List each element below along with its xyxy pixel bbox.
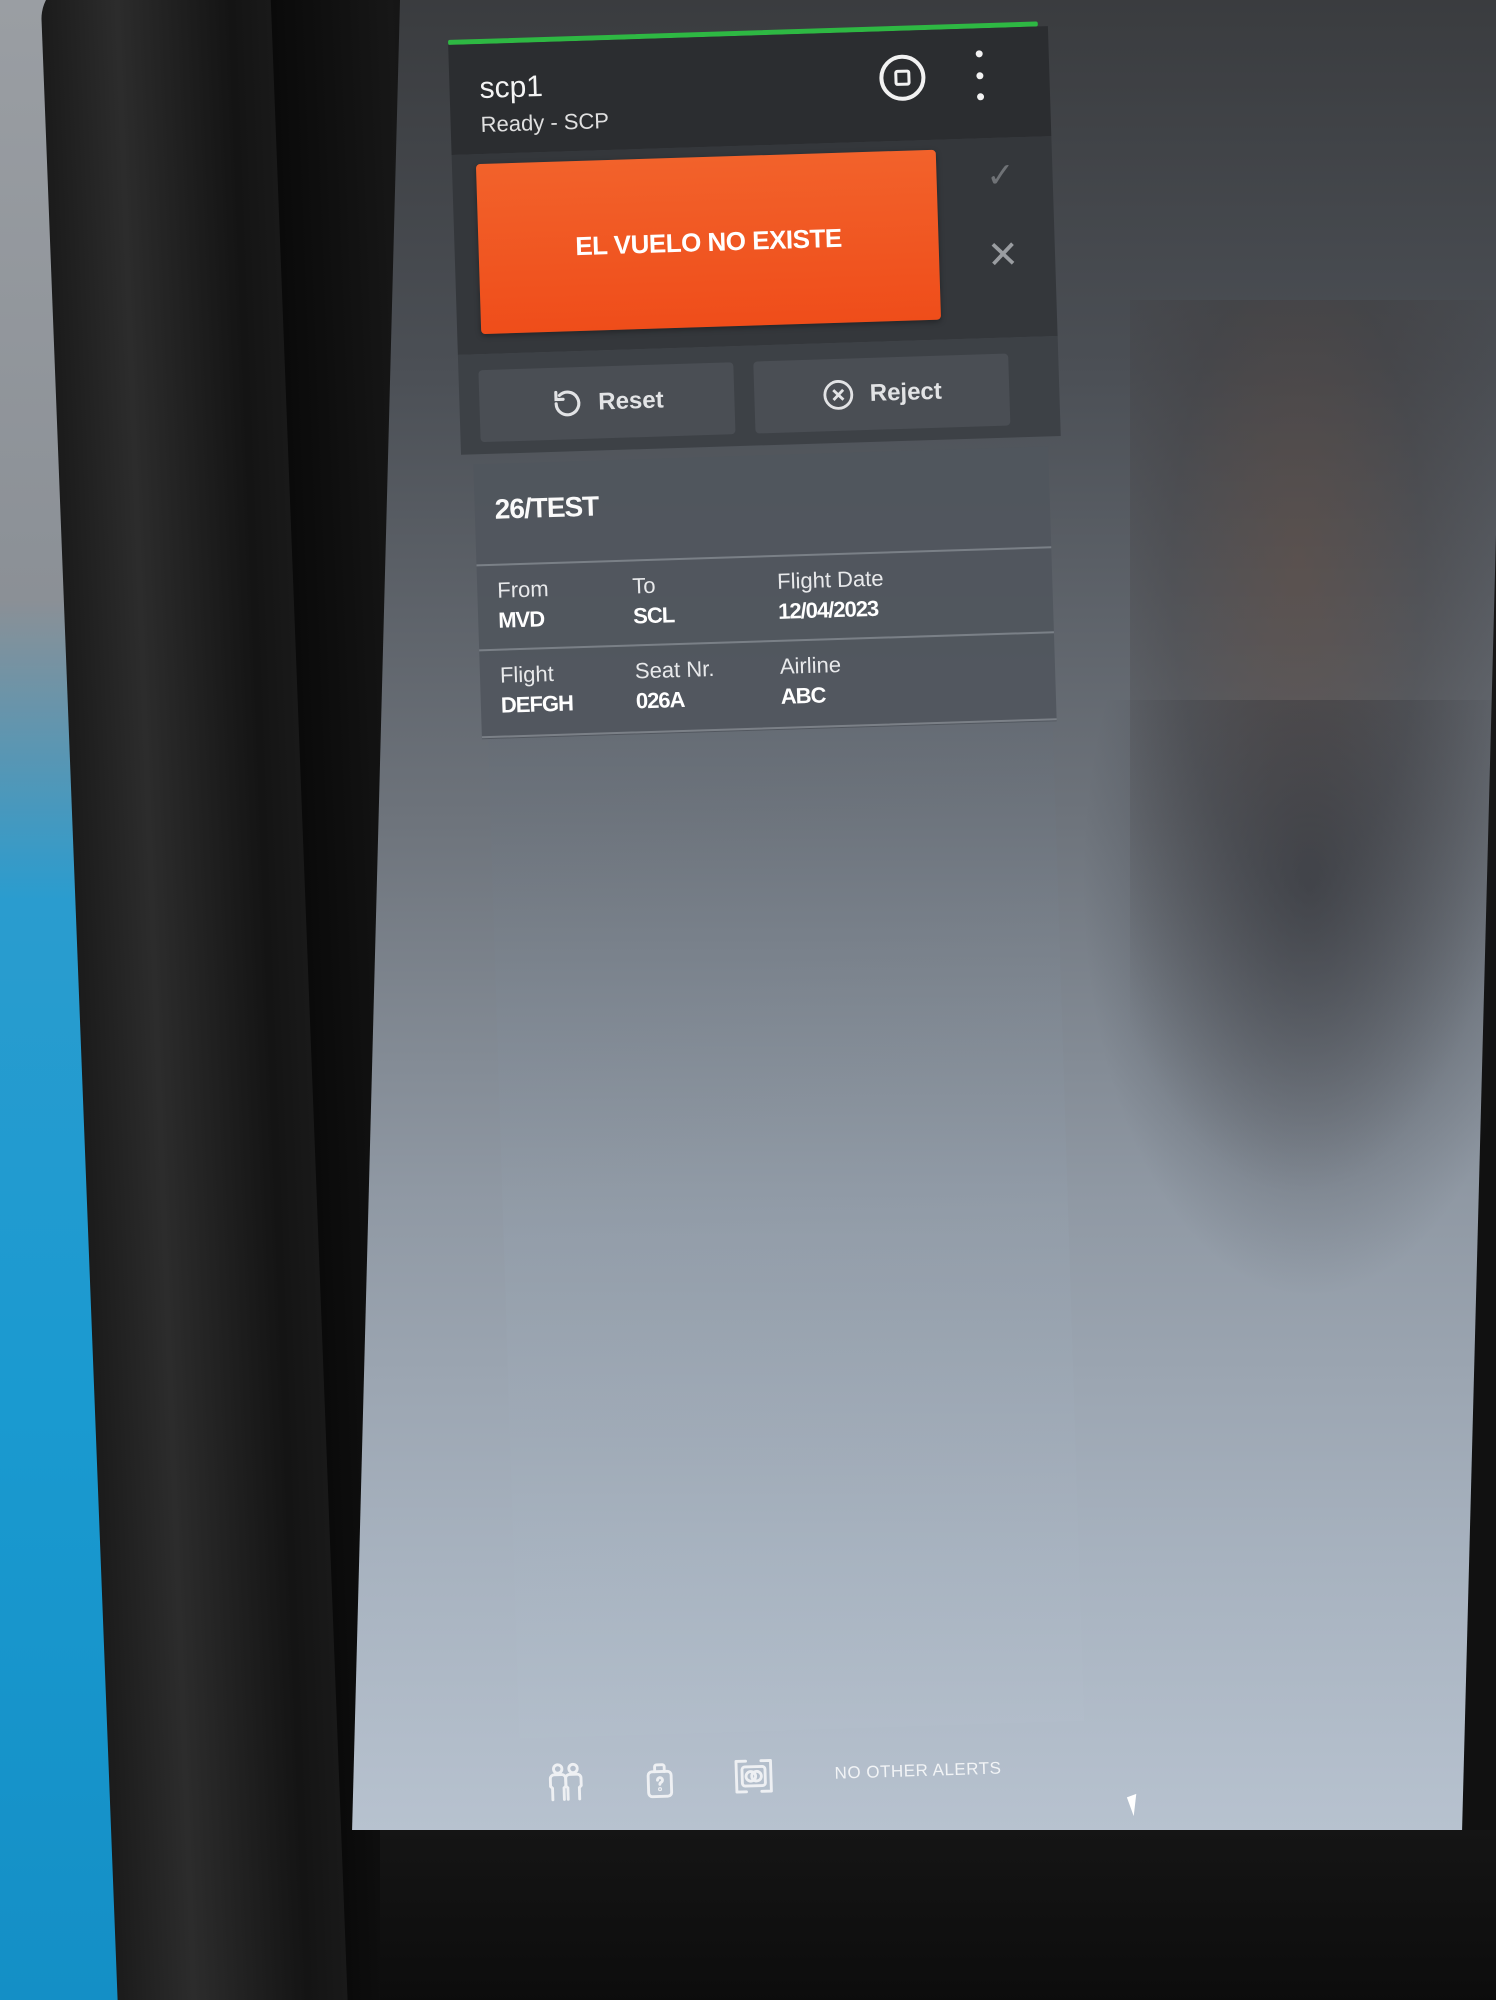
field-seat: Seat Nr. 026A bbox=[635, 656, 716, 714]
content-area-empty bbox=[487, 721, 1085, 1739]
close-icon[interactable]: ✕ bbox=[984, 234, 1021, 277]
reset-icon bbox=[554, 390, 581, 417]
check-icon[interactable]: ✓ bbox=[982, 156, 1019, 195]
document-scan-icon[interactable] bbox=[730, 1753, 777, 1800]
field-to: To SCL bbox=[632, 572, 675, 629]
flight-date-value: 12/04/2023 bbox=[777, 595, 879, 624]
alerts-status-text: NO OTHER ALERTS bbox=[834, 1758, 1002, 1783]
alert-message: EL VUELO NO EXISTE bbox=[574, 222, 843, 261]
flight-label: Flight bbox=[499, 660, 555, 688]
from-value: MVD bbox=[497, 606, 545, 633]
scp-panel: scp1 Ready - SCP EL VUELO NO EXISTE ✓ ✕ … bbox=[448, 21, 1104, 1819]
field-from: From MVD bbox=[497, 576, 550, 634]
device-name: scp1 bbox=[479, 70, 544, 106]
to-value: SCL bbox=[632, 602, 675, 629]
from-label: From bbox=[496, 576, 550, 603]
field-flight: Flight DEFGH bbox=[500, 660, 574, 718]
reject-icon bbox=[823, 380, 854, 410]
reset-button[interactable]: Reset bbox=[478, 362, 736, 443]
photo-scene: scp1 Ready - SCP EL VUELO NO EXISTE ✓ ✕ … bbox=[0, 0, 1496, 2000]
reset-label: Reset bbox=[597, 386, 665, 416]
reject-label: Reject bbox=[869, 377, 943, 407]
monitor-bezel-bottom bbox=[380, 1830, 1496, 2000]
passengers-icon[interactable] bbox=[542, 1758, 589, 1805]
flight-card-title: 26/TEST bbox=[494, 490, 599, 525]
flight-date-label: Flight Date bbox=[776, 565, 884, 594]
field-airline: Airline ABC bbox=[779, 652, 842, 710]
screen-reflection-body bbox=[1080, 700, 1496, 1300]
seat-label: Seat Nr. bbox=[634, 655, 715, 684]
baggage-icon[interactable] bbox=[636, 1755, 683, 1802]
alert-area: EL VUELO NO EXISTE ✓ ✕ bbox=[451, 136, 1058, 355]
panel-header: scp1 Ready - SCP bbox=[448, 26, 1052, 155]
alert-banner: EL VUELO NO EXISTE bbox=[475, 149, 942, 335]
flight-row-details: Flight DEFGH Seat Nr. 026A Airline ABC bbox=[479, 631, 1057, 739]
airline-label: Airline bbox=[779, 651, 842, 679]
reject-button[interactable]: Reject bbox=[753, 353, 1011, 434]
flight-value: DEFGH bbox=[500, 690, 574, 718]
stop-circle-icon[interactable] bbox=[878, 54, 927, 102]
airline-value: ABC bbox=[780, 682, 826, 709]
field-flight-date: Flight Date 12/04/2023 bbox=[777, 566, 885, 625]
to-label: To bbox=[631, 572, 656, 599]
flight-card: 26/TEST From MVD To SCL Flight Date 12/0… bbox=[473, 446, 1057, 740]
device-status: Ready - SCP bbox=[480, 107, 610, 138]
more-vertical-icon[interactable] bbox=[969, 50, 991, 101]
action-row: Reset Reject bbox=[457, 335, 1061, 455]
seat-value: 026A bbox=[635, 686, 685, 714]
